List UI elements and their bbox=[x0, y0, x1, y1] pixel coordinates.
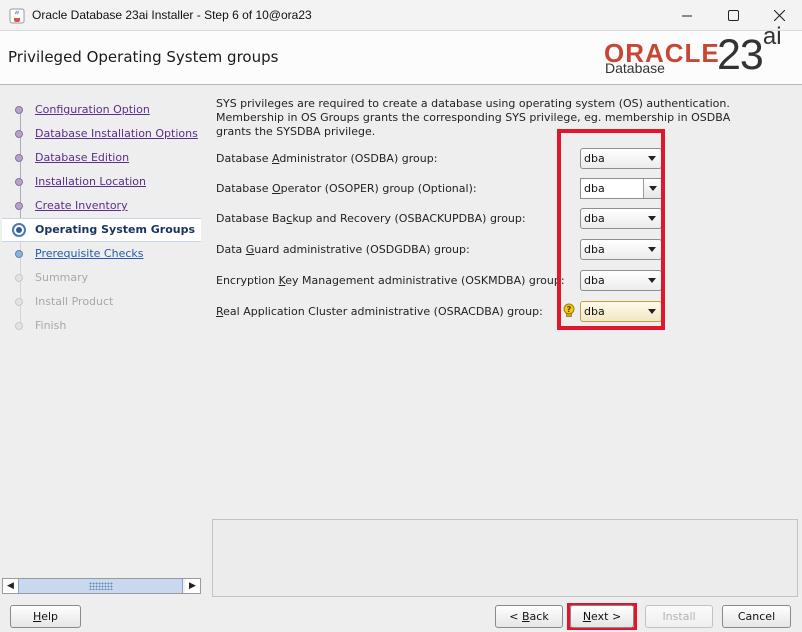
install-button[interactable]: Install bbox=[645, 605, 713, 628]
intro-line: grants the SYSDBA privilege. bbox=[216, 125, 376, 138]
step-done-icon bbox=[15, 202, 23, 210]
step-navigator: Configuration Option Database Installati… bbox=[2, 87, 201, 576]
page-title: Privileged Operating System groups bbox=[8, 48, 279, 66]
step-label: Database Edition bbox=[35, 151, 130, 164]
step-installation-location[interactable]: Installation Location bbox=[2, 171, 201, 193]
step-label: Finish bbox=[35, 319, 67, 332]
back-button[interactable]: < Back bbox=[495, 605, 563, 628]
step-label: Create Inventory bbox=[35, 199, 128, 212]
step-label: Configuration Option bbox=[35, 103, 150, 116]
step-done-icon bbox=[15, 106, 23, 114]
step-label: Summary bbox=[35, 271, 89, 284]
step-navigator-scrollbar[interactable]: ◀ ▶ bbox=[2, 578, 201, 594]
step-configuration-option[interactable]: Configuration Option bbox=[2, 99, 201, 121]
help-button[interactable]: Help bbox=[10, 605, 81, 628]
step-done-icon bbox=[15, 154, 23, 162]
maximize-button[interactable] bbox=[710, 0, 756, 31]
step-label: Install Product bbox=[35, 295, 114, 308]
step-label: Installation Location bbox=[35, 175, 146, 188]
step-next-icon bbox=[15, 250, 23, 258]
version-suffix: ai bbox=[762, 22, 782, 50]
minimize-icon bbox=[682, 15, 692, 16]
window-titlebar: Oracle Database 23ai Installer - Step 6 … bbox=[0, 0, 802, 31]
step-current-icon bbox=[12, 223, 26, 237]
step-install-product: Install Product bbox=[2, 291, 201, 313]
version-number: 23 bbox=[717, 31, 764, 79]
step-prerequisite-checks[interactable]: Prerequisite Checks bbox=[2, 243, 201, 265]
step-label: Prerequisite Checks bbox=[35, 247, 144, 260]
step-summary: Summary bbox=[2, 267, 201, 289]
step-operating-system-groups[interactable]: Operating System Groups bbox=[2, 218, 201, 242]
minimize-button[interactable] bbox=[664, 0, 710, 31]
step-database-edition[interactable]: Database Edition bbox=[2, 147, 201, 169]
step-label: Operating System Groups bbox=[35, 223, 196, 236]
step-done-icon bbox=[15, 130, 23, 138]
scroll-left-icon[interactable]: ◀ bbox=[3, 579, 18, 593]
main-content: SYS privileges are required to create a … bbox=[209, 87, 800, 599]
step-create-inventory[interactable]: Create Inventory bbox=[2, 195, 201, 217]
step-finish: Finish bbox=[2, 315, 201, 337]
oracle-logo-version: 23ai bbox=[717, 23, 782, 80]
oracle-logo-product: Database bbox=[605, 60, 665, 76]
scrollbar-grip bbox=[89, 582, 113, 590]
step-future-icon bbox=[15, 298, 23, 306]
step-future-icon bbox=[15, 274, 23, 282]
next-button[interactable]: Next > bbox=[570, 605, 634, 628]
intro-line: Membership in OS Groups grants the corre… bbox=[216, 111, 731, 124]
scrollbar-thumb[interactable] bbox=[18, 579, 183, 593]
maximize-icon bbox=[727, 10, 739, 21]
scroll-right-icon[interactable]: ▶ bbox=[185, 579, 200, 593]
page-header: Privileged Operating System groups ORACL… bbox=[0, 23, 802, 85]
close-icon bbox=[773, 10, 785, 21]
intro-line: SYS privileges are required to create a … bbox=[216, 97, 730, 110]
window-title: Oracle Database 23ai Installer - Step 6 … bbox=[32, 8, 312, 22]
step-future-icon bbox=[15, 322, 23, 330]
step-database-installation-options[interactable]: Database Installation Options bbox=[2, 123, 201, 145]
intro-text: SYS privileges are required to create a … bbox=[216, 97, 776, 139]
annotation-highlight-box bbox=[557, 129, 665, 330]
message-pane bbox=[212, 519, 798, 597]
java-app-icon bbox=[9, 8, 25, 24]
step-done-icon bbox=[15, 178, 23, 186]
step-label: Database Installation Options bbox=[35, 127, 198, 140]
cancel-button[interactable]: Cancel bbox=[722, 605, 791, 628]
